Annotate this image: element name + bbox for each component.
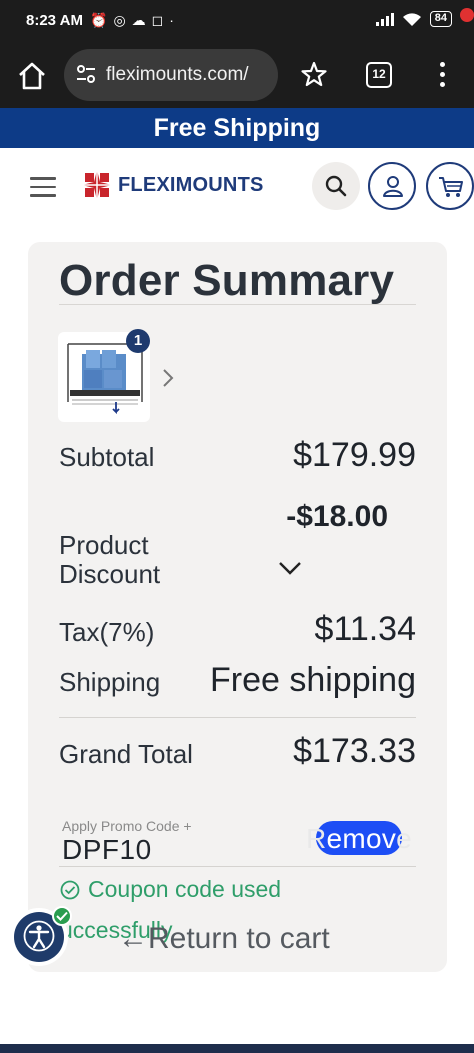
check-badge-icon <box>52 906 72 926</box>
cart-button[interactable] <box>426 162 474 210</box>
subtotal-label: Subtotal <box>59 442 155 472</box>
site-settings-icon[interactable] <box>76 64 96 84</box>
battery-icon: 84 <box>429 11 452 27</box>
footer-edge <box>0 1044 474 1053</box>
tax-value: $11.34 <box>314 610 416 648</box>
divider <box>59 304 416 305</box>
subtotal-value: $179.99 <box>293 436 416 474</box>
home-icon[interactable] <box>16 60 48 92</box>
item-quantity-badge: 1 <box>126 329 150 353</box>
accessibility-icon <box>23 920 55 952</box>
shipping-label: Shipping <box>59 667 161 697</box>
brand-name: FLEXIMOUNTS <box>118 173 264 196</box>
browser-menu-icon[interactable] <box>434 62 450 90</box>
cloud-icon: ☁ <box>131 12 152 28</box>
site-logo[interactable]: FLEXIMOUNTS <box>82 170 264 200</box>
divider <box>59 717 416 718</box>
user-icon <box>383 176 403 197</box>
promo-code-label[interactable]: Apply Promo Code + <box>62 818 192 834</box>
divider <box>59 866 416 867</box>
status-right: 84 <box>375 11 452 27</box>
search-icon <box>325 175 347 197</box>
remove-button-label: Remove <box>305 823 413 854</box>
url-text[interactable]: fleximounts.com/ <box>106 64 249 86</box>
browser-toolbar: fleximounts.com/ 12 <box>0 44 474 108</box>
free-shipping-banner: Free Shipping <box>0 108 474 148</box>
discount-label-line1: Product <box>59 530 149 560</box>
dot-icon: · <box>169 12 180 28</box>
grand-total-value: $173.33 <box>293 732 416 770</box>
fleximounts-logo-mark <box>82 170 112 200</box>
tab-switcher-button[interactable]: 12 <box>366 62 392 88</box>
alarm-icon: ⏰ <box>90 12 114 28</box>
whatsapp-icon: ◎ <box>113 12 132 28</box>
discount-label-line2: Discount <box>59 559 161 589</box>
tax-label: Tax(7%) <box>59 617 155 647</box>
cart-count-badge <box>460 8 474 22</box>
bookmark-star-icon[interactable] <box>300 60 328 88</box>
search-button[interactable] <box>312 162 360 210</box>
return-to-cart-link[interactable]: ←Return to cart <box>118 922 330 956</box>
wifi-icon <box>402 12 421 26</box>
notification-icons: ⏰◎☁◻· <box>90 12 180 29</box>
address-bar[interactable]: fleximounts.com/ <box>64 49 278 101</box>
cart-icon <box>439 177 463 197</box>
account-button[interactable] <box>368 162 416 210</box>
promo-code-input[interactable]: DPF10 <box>62 834 152 866</box>
remove-promo-button[interactable]: Remove <box>300 819 418 857</box>
check-circle-icon <box>60 880 80 900</box>
chevron-right-icon[interactable] <box>160 367 176 389</box>
order-summary-title: Order Summary <box>59 256 395 305</box>
arrow-left-icon: ← <box>118 922 148 955</box>
discount-value: -$18.00 <box>286 500 388 533</box>
coupon-success-message: Coupon code used <box>60 876 281 903</box>
status-bar: 8:23 AM ⏰◎☁◻· 84 <box>0 0 474 44</box>
site-header: FLEXIMOUNTS <box>0 148 474 226</box>
instagram-icon: ◻ <box>151 12 170 28</box>
shipping-value: Free shipping <box>209 661 416 699</box>
coupon-message-text: Coupon code used <box>88 876 282 902</box>
status-time: 8:23 AM <box>26 12 83 29</box>
hamburger-menu-icon[interactable] <box>30 177 56 197</box>
chevron-down-icon[interactable] <box>278 560 302 576</box>
signal-icon <box>375 12 394 26</box>
grand-total-label: Grand Total <box>59 739 193 769</box>
